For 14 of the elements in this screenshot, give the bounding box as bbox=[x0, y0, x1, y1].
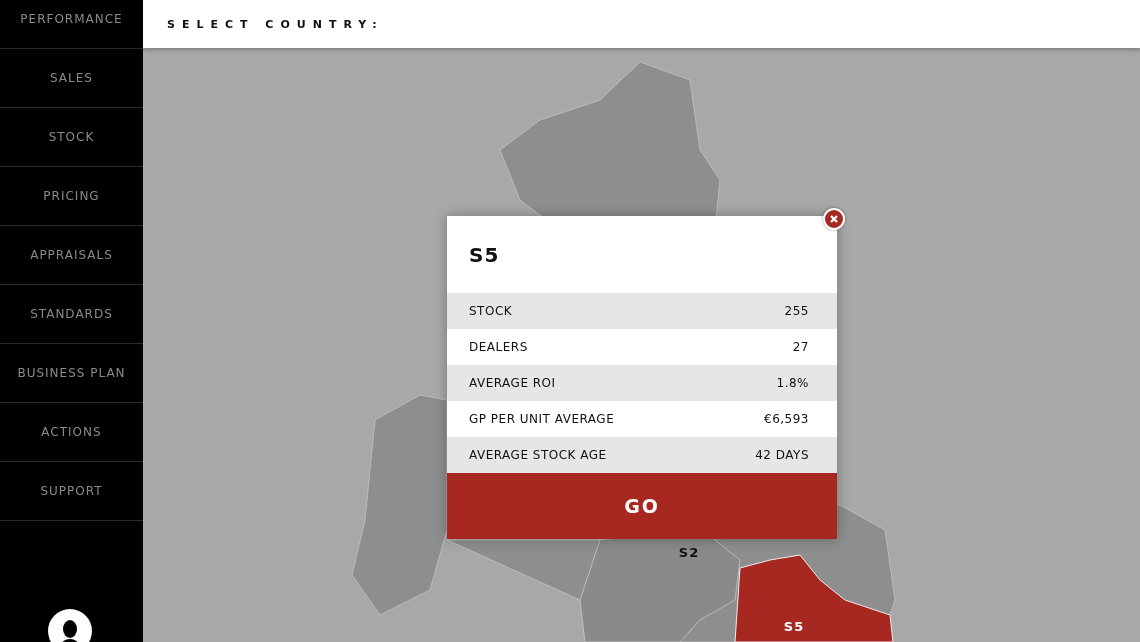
stat-value: 27 bbox=[792, 340, 809, 354]
stat-value: €6,593 bbox=[764, 412, 809, 426]
stat-label: AVERAGE STOCK AGE bbox=[469, 448, 607, 462]
stat-value: 1.8% bbox=[776, 376, 809, 390]
stat-label: AVERAGE ROI bbox=[469, 376, 556, 390]
stat-label: DEALERS bbox=[469, 340, 528, 354]
popup-title: S5 bbox=[468, 242, 501, 269]
region-label: S2 bbox=[678, 545, 700, 560]
stat-value: 42 DAYS bbox=[755, 448, 809, 462]
page-title: SELECT COUNTRY: bbox=[167, 17, 384, 31]
region-label: S5 bbox=[783, 619, 805, 634]
stat-label: STOCK bbox=[469, 304, 513, 318]
stat-label: GP PER UNIT AVERAGE bbox=[469, 412, 615, 426]
stat-value: 255 bbox=[784, 304, 809, 318]
